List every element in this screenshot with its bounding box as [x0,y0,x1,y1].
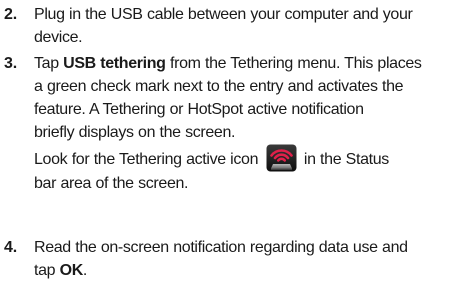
step-number: 2. [4,6,17,23]
step-line: briefly displays on the screen. [34,124,236,141]
step-line: Tap USB tethering from the Tethering men… [34,52,468,75]
usb-tethering-label: USB tethering [63,55,166,72]
ok-label: OK [59,262,84,279]
step-number: 3. [4,55,17,72]
manual-page: 2. Plug in the USB cable between your co… [0,0,472,293]
tethering-active-icon [266,144,297,172]
step-text: Read the on-screen notification regardin… [34,236,468,282]
step-line: feature. A Tethering or HotSpot active n… [34,101,364,118]
step-text: Plug in the USB cable between your compu… [34,3,468,49]
step-number: 4. [4,239,17,256]
step-line: bar area of the screen. [34,175,189,192]
step-text: Tap USB tethering from the Tethering men… [34,52,468,195]
step-line: Look for the Tethering active icon in th… [34,144,468,172]
step-line-text: in the Status [299,151,389,168]
step-line: tap OK. [34,259,468,282]
step-line: Plug in the USB cable between your compu… [34,6,413,23]
step-line-text: tap [34,262,60,279]
step-line: device. [34,29,83,46]
step-line-text: . [82,262,88,279]
step-line: a green check mark next to the entry and… [34,78,404,95]
step-line-text: Look for the Tethering active icon [34,151,263,168]
step-line-text: from the Tethering menu. This places [165,55,422,72]
step-line-text: Tap [34,55,64,72]
step-line: Read the on-screen notification regardin… [34,239,408,256]
